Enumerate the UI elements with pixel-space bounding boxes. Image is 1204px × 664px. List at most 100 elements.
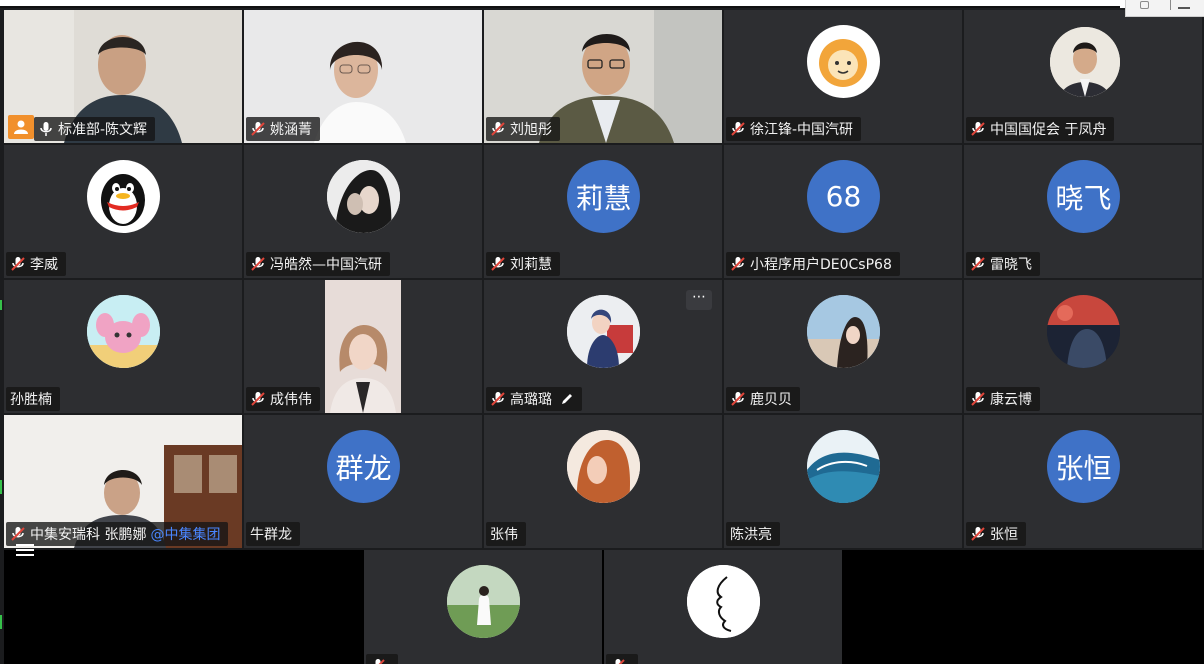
participant-name-tag: [606, 654, 638, 664]
participant-name-tag: 李威: [6, 252, 66, 276]
participant-name-tag: 徐江锋-中国汽研: [726, 117, 862, 141]
participant-name: 徐江锋-中国汽研: [750, 122, 854, 138]
woman-profile-avatar: [567, 430, 640, 503]
participant-name: 标准部-陈文辉: [58, 122, 148, 138]
participant-name-tag: [366, 654, 398, 664]
top-window-edge: [0, 0, 1204, 8]
minimize-icon[interactable]: [1178, 0, 1190, 9]
participant-org: @中集集团: [150, 527, 221, 543]
mic-muted-icon: [11, 527, 25, 541]
mic-muted-icon: [491, 392, 505, 406]
participant-tile[interactable]: 刘旭彤: [484, 10, 722, 143]
left-edge-marker: [0, 300, 2, 310]
divider: [1170, 0, 1171, 10]
more-options-button[interactable]: ⋯: [686, 290, 712, 310]
participant-name-tag: 中集安瑞科 张鹏娜 @中集集团: [6, 522, 229, 546]
participant-name: 冯皓然—中国汽研: [270, 257, 382, 273]
participant-tile[interactable]: 姚涵菁: [244, 10, 482, 143]
mic-muted-icon: [971, 257, 985, 271]
participant-tile[interactable]: 中集安瑞科 张鹏娜 @中集集团: [4, 415, 242, 548]
participant-tile[interactable]: 张恒 张恒: [964, 415, 1202, 548]
participant-name: 小程序用户DE0CsP68: [750, 257, 892, 273]
participant-name: 陈洪亮: [730, 527, 772, 543]
mic-muted-icon: [971, 392, 985, 406]
participant-name: 姚涵菁: [270, 122, 312, 138]
participant-tile[interactable]: 标准部-陈文辉: [4, 10, 242, 143]
red-sky-avatar: [1047, 295, 1120, 368]
mic-muted-icon: [971, 527, 985, 541]
participant-name: 中国国促会 于凤舟: [990, 122, 1107, 138]
participant-name-tag: 高璐璐: [486, 387, 582, 411]
participant-tile[interactable]: 中国国促会 于凤舟: [964, 10, 1202, 143]
avatar-initials: 张恒: [1047, 430, 1120, 503]
avatar-initials: 群龙: [327, 430, 400, 503]
participant-tile[interactable]: ⋯ 高璐璐: [484, 280, 722, 413]
participant-tile[interactable]: 张伟: [484, 415, 722, 548]
participant-tile[interactable]: 孙胜楠: [4, 280, 242, 413]
participant-tile[interactable]: 莉慧 刘莉慧: [484, 145, 722, 278]
mic-muted-icon: [491, 122, 505, 136]
participant-name-tag: 姚涵菁: [246, 117, 320, 141]
participant-name-tag: 冯皓然—中国汽研: [246, 252, 390, 276]
participant-tile[interactable]: [364, 550, 602, 664]
participant-tile[interactable]: [604, 550, 842, 664]
mic-on-icon: [40, 122, 52, 136]
mic-muted-icon: [251, 392, 265, 406]
participant-name-tag: 刘旭彤: [486, 117, 560, 141]
wave-avatar: [807, 430, 880, 503]
window-icon[interactable]: [1140, 1, 1149, 9]
participant-tile[interactable]: 陈洪亮: [724, 415, 962, 548]
host-badge: [8, 115, 34, 139]
participant-tile[interactable]: 群龙 牛群龙: [244, 415, 482, 548]
participant-name: 康云博: [990, 392, 1032, 408]
participant-tile[interactable]: 李威: [4, 145, 242, 278]
participant-name-tag: 张伟: [486, 522, 526, 546]
left-edge-marker: [0, 480, 2, 494]
mic-muted-icon: [251, 257, 265, 271]
participant-name-tag: 陈洪亮: [726, 522, 780, 546]
participant-name-tag: 孙胜楠: [6, 387, 60, 411]
participant-tile[interactable]: 晓飞 雷晓飞: [964, 145, 1202, 278]
participant-name: 李威: [30, 257, 58, 273]
participant-name: 刘旭彤: [510, 122, 552, 138]
participant-tile[interactable]: 冯皓然—中国汽研: [244, 145, 482, 278]
pencil-icon[interactable]: [560, 392, 574, 406]
participant-name-tag: 康云博: [966, 387, 1040, 411]
couple-avatar: [327, 160, 400, 233]
avatar-initials: 68: [807, 160, 880, 233]
participant-tile[interactable]: 徐江锋-中国汽研: [724, 10, 962, 143]
participant-name: 中集安瑞科 张鹏娜: [30, 527, 147, 543]
participant-name-tag: 雷晓飞: [966, 252, 1040, 276]
mic-muted-icon: [251, 122, 265, 136]
anime-girl-avatar: [567, 295, 640, 368]
participant-name: 刘莉慧: [510, 257, 552, 273]
participant-tile[interactable]: 成伟伟: [244, 280, 482, 413]
mic-muted-icon: [971, 122, 985, 136]
participant-name: 张恒: [990, 527, 1018, 543]
participant-name-tag: 标准部-陈文辉: [34, 117, 156, 141]
participant-name: 高璐璐: [510, 392, 552, 408]
line-face-avatar: [687, 565, 760, 638]
participant-name: 孙胜楠: [10, 392, 52, 408]
participant-tile[interactable]: 鹿贝贝: [724, 280, 962, 413]
participant-name-tag: 小程序用户DE0CsP68: [726, 252, 900, 276]
participant-name-tag: 中国国促会 于凤舟: [966, 117, 1115, 141]
mic-muted-icon: [375, 659, 385, 664]
participant-name-tag: 刘莉慧: [486, 252, 560, 276]
participant-tile[interactable]: 68 小程序用户DE0CsP68: [724, 145, 962, 278]
man-avatar: [1050, 27, 1120, 97]
mic-muted-icon: [731, 257, 745, 271]
lion-avatar: [807, 25, 880, 98]
person-icon: [14, 120, 28, 134]
participant-tile[interactable]: 康云博: [964, 280, 1202, 413]
participant-name: 成伟伟: [270, 392, 312, 408]
participant-name: 雷晓飞: [990, 257, 1032, 273]
field-girl-avatar: [447, 565, 520, 638]
mic-muted-icon: [491, 257, 505, 271]
penguin-avatar: [87, 160, 160, 233]
menu-icon[interactable]: [14, 542, 36, 556]
window-controls[interactable]: [1125, 0, 1204, 17]
participant-name-tag: 张恒: [966, 522, 1026, 546]
participant-name-tag: 成伟伟: [246, 387, 320, 411]
mic-muted-icon: [615, 659, 625, 664]
